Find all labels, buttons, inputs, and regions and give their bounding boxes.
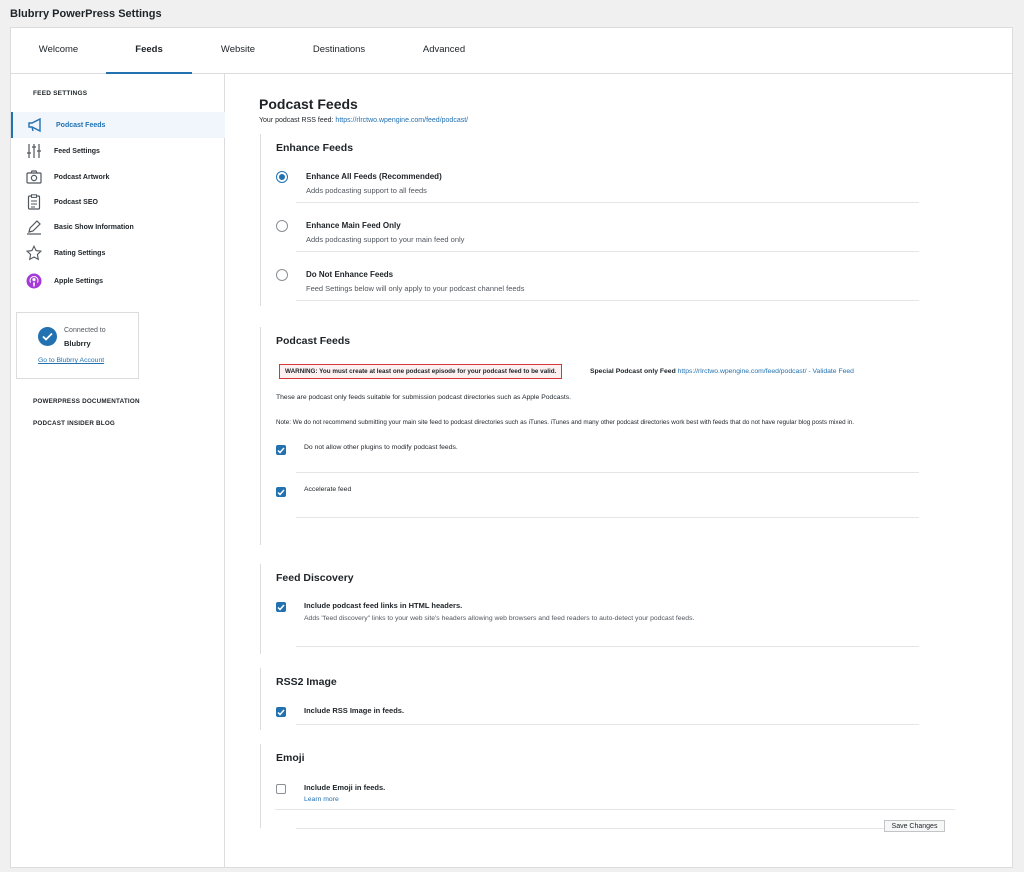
enhance-all-radio[interactable] [276, 171, 288, 183]
checkbox-label: Include Emoji in feeds. [304, 783, 386, 792]
sidebar-item-rating-settings[interactable]: Rating Settings [11, 240, 225, 266]
sidebar-item-podcast-artwork[interactable]: Podcast Artwork [11, 164, 225, 190]
sidebar-item-label: Feed Settings [54, 147, 100, 155]
option-title: Do Not Enhance Feeds [306, 270, 394, 279]
main-content: Podcast Feeds Your podcast RSS feed: htt… [226, 74, 1012, 867]
special-feed-label: Special Podcast only Feed [590, 368, 676, 375]
account-connected-text: Connected to [64, 327, 106, 334]
checkbox-label: Do not allow other plugins to modify pod… [304, 444, 458, 451]
tab-bar: Welcome Feeds Website Destinations Advan… [11, 28, 1012, 74]
rss-feed-line: Your podcast RSS feed: https://rlrctwo.w… [259, 117, 468, 124]
star-icon [25, 244, 43, 262]
no-enhance-radio[interactable] [276, 269, 288, 281]
accelerate-feed-checkbox[interactable] [276, 487, 286, 497]
divider [296, 300, 919, 301]
tab-destinations[interactable]: Destinations [284, 28, 394, 74]
rss2-image-heading: RSS2 Image [276, 676, 337, 688]
sliders-icon [25, 142, 43, 160]
checkbox-label: Accelerate feed [304, 486, 352, 493]
go-to-account-link[interactable]: Go to Blubrry Account [38, 357, 104, 364]
sidebar-item-label: Podcast SEO [54, 198, 98, 206]
sidebar-item-basic-show-information[interactable]: Basic Show Information [11, 214, 225, 240]
enhance-main-radio[interactable] [276, 220, 288, 232]
sidebar-heading: FEED SETTINGS [33, 90, 88, 97]
clipboard-icon [25, 193, 43, 211]
feed-discovery-section: Feed Discovery Include podcast feed link… [260, 564, 920, 654]
checkbox-label: Include RSS Image in feeds. [304, 706, 405, 715]
sidebar-item-label: Apple Settings [54, 277, 104, 285]
sidebar-item-label: Basic Show Information [54, 223, 134, 231]
option-description: Adds podcasting support to your main fee… [306, 235, 465, 244]
apple-podcasts-icon [25, 272, 43, 290]
divider [296, 828, 919, 829]
megaphone-icon [27, 116, 45, 134]
validate-feed-link[interactable]: - Validate Feed [808, 368, 854, 375]
save-changes-button[interactable]: Save Changes [884, 820, 945, 832]
podcast-feeds-note: Note: We do not recommend submitting you… [276, 419, 854, 426]
sidebar: FEED SETTINGS Podcast Feeds Feed Setting… [11, 74, 225, 867]
podcast-feeds-description: These are podcast only feeds suitable fo… [276, 394, 572, 401]
learn-more-link[interactable]: Learn more [304, 796, 339, 803]
section-title: Podcast Feeds [259, 96, 358, 112]
tab-advanced[interactable]: Advanced [394, 28, 494, 74]
rss-feed-link[interactable]: https://rlrctwo.wpengine.com/feed/podcas… [335, 117, 468, 124]
account-box: Connected to Blubrry Go to Blubrry Accou… [16, 312, 139, 379]
divider [296, 517, 919, 518]
rss2-image-checkbox[interactable] [276, 707, 286, 717]
feed-discovery-checkbox[interactable] [276, 602, 286, 612]
checkbox-label: Include podcast feed links in HTML heade… [304, 601, 463, 610]
rss-feed-label: Your podcast RSS feed: [259, 117, 334, 124]
tab-feeds[interactable]: Feeds [106, 28, 192, 74]
podcast-feeds-heading: Podcast Feeds [276, 335, 351, 347]
special-feed-line: Special Podcast only Feed https://rlrctw… [590, 368, 854, 375]
enhance-feeds-heading: Enhance Feeds [276, 142, 354, 154]
emoji-checkbox[interactable] [276, 784, 286, 794]
page-title: Blubrry PowerPress Settings [10, 8, 162, 20]
enhance-feeds-section: Enhance Feeds Enhance All Feeds (Recomme… [260, 134, 920, 306]
divider [296, 472, 919, 473]
checkbox-description: Adds "feed discovery" links to your web … [304, 615, 695, 622]
documentation-link[interactable]: POWERPRESS DOCUMENTATION [33, 398, 140, 405]
account-name: Blubrry [64, 339, 91, 348]
sidebar-item-podcast-seo[interactable]: Podcast SEO [11, 189, 225, 215]
feed-discovery-heading: Feed Discovery [276, 572, 354, 584]
sidebar-item-feed-settings[interactable]: Feed Settings [11, 138, 225, 164]
warning-notice: WARNING: You must create at least one po… [279, 364, 563, 379]
sidebar-item-label: Podcast Feeds [56, 121, 106, 129]
option-title: Enhance Main Feed Only [306, 221, 401, 230]
rss2-image-section: RSS2 Image Include RSS Image in feeds. [260, 668, 920, 730]
sidebar-item-label: Rating Settings [54, 249, 106, 257]
tab-welcome[interactable]: Welcome [11, 28, 106, 74]
camera-icon [25, 168, 43, 186]
podcast-feeds-section: Podcast Feeds WARNING: You must create a… [260, 327, 920, 545]
option-title: Enhance All Feeds (Recommended) [306, 172, 442, 181]
divider [275, 809, 955, 810]
tab-website[interactable]: Website [192, 28, 284, 74]
pencil-icon [25, 218, 43, 236]
settings-panel: Welcome Feeds Website Destinations Advan… [10, 27, 1013, 868]
divider [296, 202, 919, 203]
sidebar-item-podcast-feeds[interactable]: Podcast Feeds [11, 112, 225, 138]
option-description: Feed Settings below will only apply to y… [306, 284, 525, 293]
no-plugin-modify-checkbox[interactable] [276, 445, 286, 455]
divider [296, 251, 919, 252]
emoji-heading: Emoji [276, 752, 305, 764]
check-circle-icon [38, 327, 57, 346]
option-description: Adds podcasting support to all feeds [306, 186, 427, 195]
special-feed-link[interactable]: https://rlrctwo.wpengine.com/feed/podcas… [678, 368, 807, 375]
divider [296, 646, 919, 647]
insider-blog-link[interactable]: PODCAST INSIDER BLOG [33, 420, 115, 427]
emoji-section: Emoji Include Emoji in feeds. Learn more [260, 744, 920, 829]
sidebar-item-label: Podcast Artwork [54, 173, 110, 181]
divider [296, 724, 919, 725]
sidebar-item-apple-settings[interactable]: Apple Settings [11, 268, 225, 294]
